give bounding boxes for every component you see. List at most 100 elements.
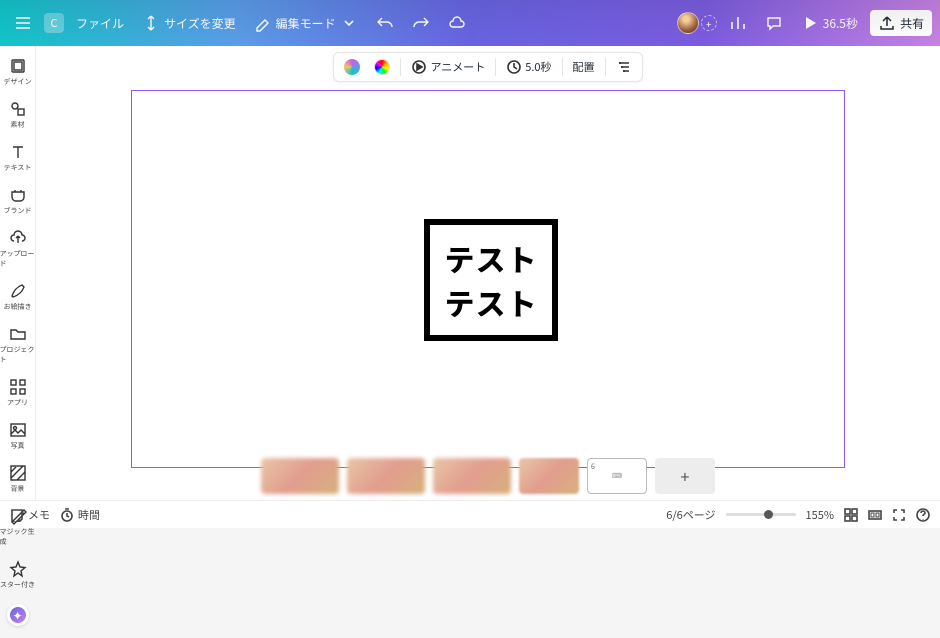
separator [605,58,606,76]
scroll-view-button[interactable] [868,508,882,522]
color-wheel-icon [374,59,390,75]
sparkle-icon: ✦ [12,607,22,624]
canvas-viewport: テスト テスト [131,90,845,468]
sidebar-item-elements[interactable]: 素材 [0,95,36,136]
edit-mode-dropdown[interactable]: 編集モード [248,10,364,36]
sidebar-item-apps[interactable]: アプリ [0,373,36,414]
sidebar-item-label: 写真 [11,441,25,451]
grid-view-button[interactable] [844,508,858,522]
share-label: 共有 [900,15,924,32]
page-thumbnail[interactable] [433,458,511,494]
separator [400,58,401,76]
sidebar-item-text[interactable]: テキスト [0,138,36,179]
footer-bar: メモ 時間 6/6ページ 155% [0,500,940,528]
cloud-check-icon [448,14,466,32]
menu-icon [14,14,32,32]
sidebar-item-upload[interactable]: アップロード [0,224,36,275]
text-icon [9,143,27,161]
fullscreen-button[interactable] [892,508,906,522]
edit-mode-label: 編集モード [276,15,336,32]
filter-button[interactable] [612,56,636,78]
text-line-2: テスト [445,280,538,324]
background-icon [9,464,27,482]
page-thumbnail[interactable] [519,458,579,494]
sidebar-item-label: 背景 [11,484,25,494]
sidebar-item-label: ブランド [4,206,32,216]
notes-button[interactable]: メモ [10,507,50,523]
sidebar-item-draw[interactable]: お絵描き [0,277,36,318]
text-box-element[interactable]: テスト テスト [424,219,558,341]
chevron-down-icon [340,14,358,32]
text-line-1: テスト [445,236,538,280]
color-picker-button[interactable] [370,56,394,78]
sidebar-item-label: 素材 [11,120,25,130]
sidebar-item-label: アップロード [0,249,36,269]
scroll-icon [868,508,882,522]
resize-label: サイズを変更 [164,15,236,32]
sidebar-item-label: テキスト [4,163,32,173]
analytics-button[interactable] [723,10,753,36]
sidebar-item-label: マジック生成 [0,527,36,547]
separator [562,58,563,76]
add-page-button[interactable]: + [655,458,715,494]
design-canvas[interactable]: テスト テスト [131,90,845,468]
play-presentation-button[interactable]: 36.5秒 [795,10,864,36]
undo-button[interactable] [370,10,400,36]
sidebar-item-label: プロジェクト [0,345,36,365]
chart-icon [729,14,747,32]
position-button[interactable]: 配置 [569,56,599,78]
file-menu[interactable]: ファイル [70,11,130,36]
page-thumbnails: ⌨ + [261,458,715,494]
animate-label: アニメート [430,59,485,75]
play-icon [801,14,819,32]
notes-icon [10,508,24,522]
sidebar-item-background[interactable]: 背景 [0,459,36,500]
timer-icon [60,508,74,522]
context-toolbar: アニメート 5.0秒 配置 [333,52,642,82]
zoom-value[interactable]: 155% [806,507,834,523]
undo-icon [376,14,394,32]
sidebar-item-design[interactable]: デザイン [0,52,36,93]
redo-button[interactable] [406,10,436,36]
separator [495,58,496,76]
brand-icon [9,186,27,204]
comments-button[interactable] [759,10,789,36]
fullscreen-icon [892,508,906,522]
current-page-thumbnail[interactable]: ⌨ [587,458,647,494]
workspace: アニメート 5.0秒 配置 テスト テスト [36,46,940,500]
play-duration-label: 36.5秒 [823,15,858,32]
cloud-sync-button[interactable] [442,10,472,36]
help-button[interactable] [916,508,930,522]
page-indicator-label: 6/6ページ [666,507,715,523]
folder-icon [9,325,27,343]
user-avatar[interactable] [677,12,699,34]
notes-label: メモ [28,507,50,523]
sidebar-item-brand[interactable]: ブランド [0,181,36,222]
animate-button[interactable]: アニメート [407,56,489,78]
zoom-slider[interactable] [726,513,796,516]
page-thumbnail[interactable] [261,458,339,494]
timer-button[interactable]: 時間 [60,507,100,523]
sidebar-item-photos[interactable]: 写真 [0,416,36,457]
magic-fab-button[interactable]: ✦ [7,604,29,626]
sidebar-item-label: お絵描き [4,302,32,312]
magic-sparkle-icon [344,59,360,75]
canva-logo-icon[interactable]: C [44,13,64,33]
hamburger-menu[interactable] [8,10,38,36]
add-member-button[interactable]: + [701,15,717,31]
page-thumbnail[interactable] [347,458,425,494]
left-sidebar: デザイン 素材 テキスト ブランド アップロード お絵描き プロジェクト アプ [0,46,36,500]
resize-menu[interactable]: サイズを変更 [136,10,242,36]
sliders-icon [616,59,632,75]
magic-switcher-button[interactable] [340,56,364,78]
sidebar-item-starred[interactable]: スター付き [0,555,36,596]
keyboard-icon: ⌨ [612,471,622,481]
sidebar-item-projects[interactable]: プロジェクト [0,320,36,371]
redo-icon [412,14,430,32]
position-label: 配置 [573,59,595,75]
share-button[interactable]: 共有 [870,10,932,36]
upload-icon [9,229,27,247]
clock-icon [506,59,522,75]
duration-button[interactable]: 5.0秒 [502,56,555,78]
page-indicator[interactable]: 6/6ページ [666,507,715,523]
